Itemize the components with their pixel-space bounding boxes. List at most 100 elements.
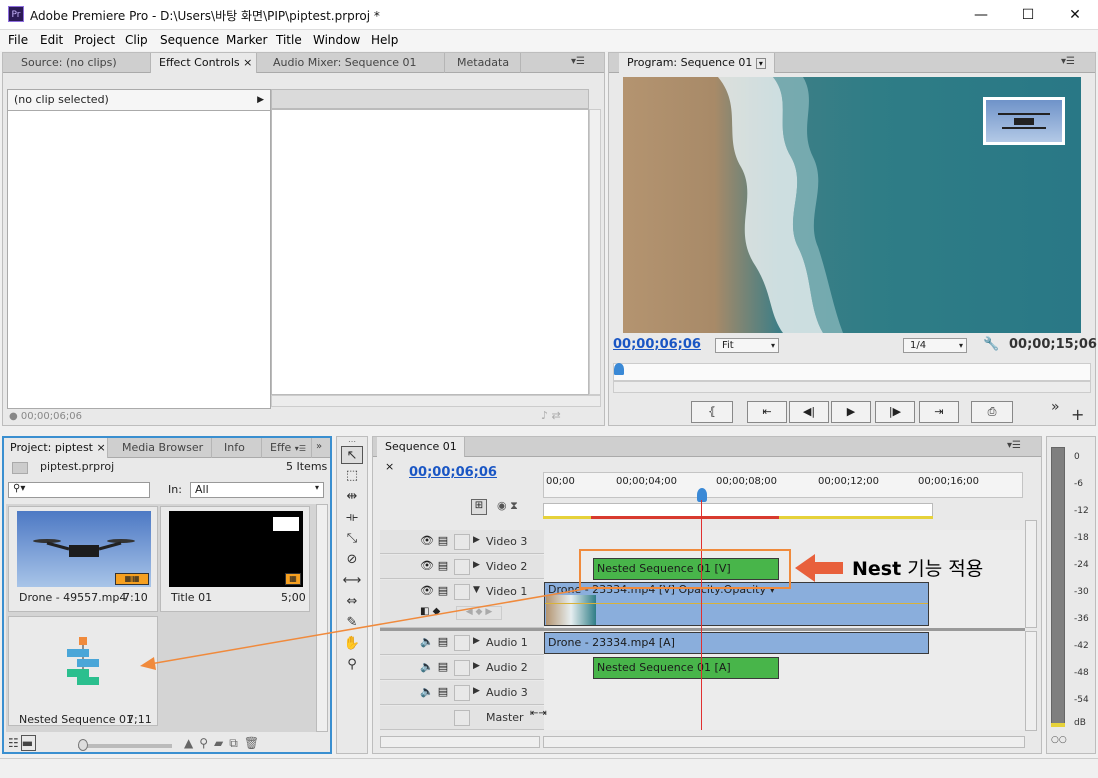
meter-solo-icon[interactable]: ○○	[1051, 735, 1067, 745]
track-select-tool-icon[interactable]: ⬚	[341, 467, 363, 485]
menu-sequence[interactable]: Sequence	[160, 33, 219, 47]
razor-tool-icon[interactable]: ⊘	[341, 551, 363, 569]
zoom-slider[interactable]	[78, 744, 172, 748]
project-search-input[interactable]: ⚲▾	[8, 482, 150, 498]
track-audio-3[interactable]: 🔈 ▤ ▶ Audio 3	[380, 681, 544, 705]
menu-window[interactable]: Window	[313, 33, 360, 47]
menu-edit[interactable]: Edit	[40, 33, 63, 47]
timeline-current-time[interactable]: 00;00;06;06	[409, 465, 497, 480]
tab-effect-controls[interactable]: Effect Controls ×	[151, 53, 257, 73]
close-icon[interactable]: ×	[243, 56, 252, 69]
clip-drone-audio[interactable]: Drone - 23334.mp4 [A]	[544, 632, 929, 654]
snap-icon[interactable]: ⊞	[471, 499, 487, 515]
menu-file[interactable]: File	[8, 33, 28, 47]
program-mini-ruler[interactable]	[613, 363, 1091, 381]
automate-icon[interactable]: ▲	[184, 736, 199, 750]
clip-nested-sequence-audio[interactable]: Nested Sequence 01 [A]	[593, 657, 779, 679]
zoom-tool-icon[interactable]: ⚲	[341, 656, 363, 674]
tab-source[interactable]: Source: (no clips)	[3, 53, 151, 73]
zoom-select[interactable]: Fit ▾	[715, 338, 779, 353]
minimize-button[interactable]: —	[958, 0, 1004, 30]
go-to-out-button[interactable]: ⇥	[919, 401, 959, 423]
track-audio-2[interactable]: 🔈 ▤ ▶ Audio 2	[380, 656, 544, 680]
hand-tool-icon[interactable]: ✋	[341, 635, 363, 653]
tab-sequence[interactable]: Sequence 01 ×	[377, 437, 465, 473]
step-forward-button[interactable]: |▶	[875, 401, 915, 423]
tab-info[interactable]: Info	[212, 438, 262, 458]
project-item-drone[interactable]: ▦▦ Drone - 49557.mp4 7:10	[8, 506, 158, 612]
slip-tool-icon[interactable]: ⟷	[341, 572, 363, 590]
go-to-in-button[interactable]: ⇤	[747, 401, 787, 423]
track-video-2[interactable]: 👁 ▤ ▶ Video 2	[380, 555, 544, 579]
pen-tool-icon[interactable]: ✎	[341, 614, 363, 632]
tab-media-browser[interactable]: Media Browser	[108, 438, 212, 458]
rate-stretch-tool-icon[interactable]: ⤡	[341, 530, 363, 548]
audio-scrollbar[interactable]	[1025, 631, 1037, 731]
add-button-icon[interactable]: +	[1071, 405, 1084, 424]
icon-view-icon[interactable]: ▬	[20, 735, 37, 751]
track-master[interactable]: Master ⇤⇥	[380, 706, 547, 730]
menu-project[interactable]: Project	[74, 33, 115, 47]
program-playhead[interactable]	[614, 363, 624, 375]
maximize-button[interactable]: ☐	[1005, 0, 1051, 30]
slide-tool-icon[interactable]: ⇔	[341, 593, 363, 611]
resolution-select[interactable]: 1/4 ▾	[903, 338, 967, 353]
rolling-edit-tool-icon[interactable]: ⟛	[341, 509, 363, 527]
track-audio-1[interactable]: 🔈 ▤ ▶ Audio 1	[380, 631, 544, 655]
mark-in-button[interactable]: ⦃	[691, 401, 733, 423]
play-button[interactable]: ▶	[831, 401, 871, 423]
timeline-hscroll-left[interactable]	[380, 736, 540, 748]
program-zoom-scroll[interactable]	[613, 381, 1091, 393]
more-controls-icon[interactable]: »	[1051, 399, 1060, 415]
selection-tool-icon[interactable]: ↖	[341, 446, 363, 464]
project-item-nested-sequence[interactable]: Nested Sequence 01 7;11	[8, 616, 158, 726]
export-icon[interactable]: ♪ ⇄	[541, 409, 561, 422]
step-back-button[interactable]: ◀|	[789, 401, 829, 423]
track-video-1[interactable]: 👁 ▤ ▼ Video 1 ◧ ◆ ◀ ◆ ▶	[380, 580, 544, 628]
menu-marker[interactable]: Marker	[226, 33, 267, 47]
program-current-time[interactable]: 00;00;06;06	[613, 337, 701, 352]
project-tab-row: Project: piptest × Media Browser Info Ef…	[4, 438, 330, 458]
ripple-edit-tool-icon[interactable]: ⇹	[341, 488, 363, 506]
new-item-icon[interactable]: ⧉	[229, 736, 244, 750]
project-file-name: piptest.prproj	[40, 460, 115, 473]
panel-overflow-icon[interactable]: »	[316, 441, 322, 452]
tab-program[interactable]: Program: Sequence 01 ▾ ×	[619, 53, 775, 90]
menu-help[interactable]: Help	[371, 33, 398, 47]
marker-icon[interactable]: ◉ ⧗	[497, 499, 518, 513]
timeline-ruler[interactable]: 00;00 00;00;04;00 00;00;08;00 00;00;12;0…	[543, 472, 1023, 498]
panel-menu-icon[interactable]: ▾☰	[1061, 56, 1075, 67]
menu-title[interactable]: Title	[276, 33, 302, 47]
menu-clip[interactable]: Clip	[125, 33, 148, 47]
video-scrollbar[interactable]	[1025, 520, 1037, 628]
trash-icon[interactable]: 🗑	[244, 736, 265, 750]
tab-project[interactable]: Project: piptest ×	[4, 438, 108, 458]
program-video-frame[interactable]	[623, 77, 1081, 333]
panel-menu-icon[interactable]: ▾☰	[571, 56, 585, 67]
opacity-rubber-band[interactable]	[545, 603, 928, 604]
tab-audio-mixer[interactable]: Audio Mixer: Sequence 01	[257, 53, 445, 73]
wrench-icon[interactable]: 🔧	[983, 337, 999, 352]
work-area-bar[interactable]	[543, 503, 933, 517]
new-bin-icon[interactable]: ▰	[214, 736, 229, 750]
track-video-3[interactable]: 👁 ▤ ▶ Video 3	[380, 530, 544, 554]
keyframe-scrollbar[interactable]	[589, 109, 601, 395]
zoom-slider-handle[interactable]	[78, 739, 88, 751]
timeline-hscroll[interactable]	[543, 736, 1025, 748]
clip-selector[interactable]: (no clip selected) ▶	[7, 89, 271, 111]
timeline-playhead-handle[interactable]	[697, 488, 707, 502]
keyframe-hscroll[interactable]	[271, 395, 601, 407]
tab-effects[interactable]: Effe ▾☰	[262, 438, 312, 458]
pip-overlay[interactable]	[983, 97, 1065, 145]
export-frame-button[interactable]: ⎙	[971, 401, 1013, 423]
in-filter-select[interactable]: All ▾	[190, 482, 324, 498]
tab-metadata[interactable]: Metadata	[445, 53, 521, 73]
panel-menu-icon[interactable]: ▾☰	[1007, 440, 1021, 451]
list-view-icon[interactable]: ☷	[8, 736, 21, 750]
project-scrollbar[interactable]	[316, 504, 328, 732]
source-tab-row: Source: (no clips) Effect Controls × Aud…	[3, 53, 604, 73]
expand-triangle-icon: ▼	[473, 585, 480, 595]
close-button[interactable]: ✕	[1052, 0, 1098, 30]
project-item-title[interactable]: ▦ Title 01 5;00	[160, 506, 310, 612]
find-icon[interactable]: ⚲	[199, 736, 214, 750]
